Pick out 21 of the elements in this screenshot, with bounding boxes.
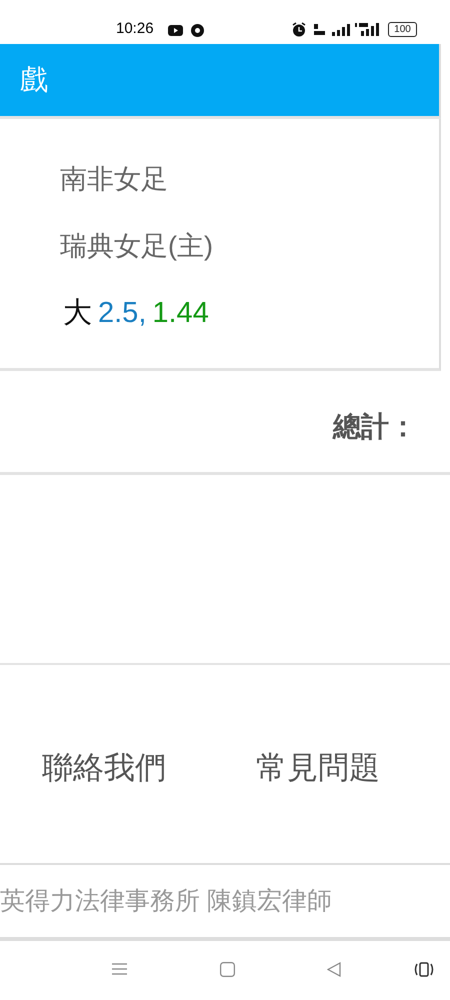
footer-link[interactable]: 常見問題 — [208, 748, 428, 788]
battery-indicator: 100 — [388, 22, 417, 37]
footer-link[interactable]: 聯絡我們 — [0, 748, 208, 788]
rotate-icon[interactable] — [414, 962, 434, 977]
signal-4g-icon — [355, 22, 382, 36]
team-name: 瑞典女足(主) — [60, 230, 214, 263]
odds-text: 1.44 — [152, 296, 209, 331]
browser-app-icon — [191, 24, 204, 37]
team-name: 南非女足 — [60, 163, 169, 196]
odds-text: 2.5, — [98, 296, 146, 331]
page-title: 戲 — [20, 63, 48, 97]
signal-icon — [332, 24, 350, 36]
video-app-icon — [168, 25, 183, 36]
total-label: 總計： — [333, 410, 417, 444]
home-icon[interactable] — [220, 962, 235, 977]
footer-text: 英得力法律事務所 陳鎮宏律師 — [0, 886, 332, 916]
menu-icon[interactable] — [112, 963, 127, 975]
clock: 10:26 — [116, 20, 154, 38]
back-icon[interactable] — [327, 962, 341, 977]
odds-text: 大 — [63, 296, 92, 331]
alarm-icon — [292, 22, 306, 37]
